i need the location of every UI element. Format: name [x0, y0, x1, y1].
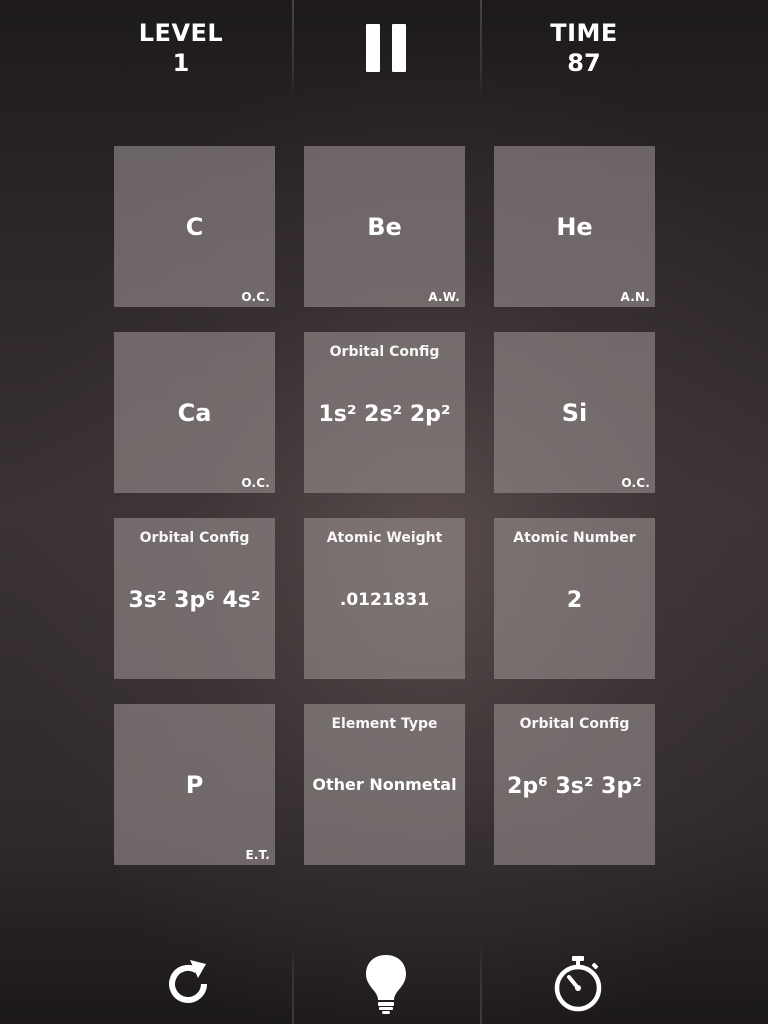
pause-icon-bar [392, 24, 406, 72]
tile-element[interactable]: Ca O.C. [114, 332, 275, 493]
lightbulb-icon [366, 955, 406, 1014]
restart-icon [169, 960, 207, 1003]
pause-button[interactable] [366, 24, 406, 72]
time-value: 87 [567, 49, 601, 77]
bottom-controls [0, 944, 768, 1024]
tile-heading: Atomic Number [513, 530, 636, 546]
tile-tag: E.T. [245, 848, 270, 862]
pause-icon [366, 24, 380, 72]
restart-area [0, 944, 292, 1024]
tile-tag: O.C. [241, 290, 270, 304]
stopwatch-icon [554, 956, 602, 1012]
tile-symbol: He [556, 212, 593, 241]
tile-tag: A.N. [620, 290, 650, 304]
tile-value: 1s² 2s² 2p² [318, 401, 451, 427]
tile-element[interactable]: He A.N. [494, 146, 655, 307]
tile-grid: C O.C. Be A.W. He A.N. Ca O.C. Orbital C… [114, 146, 656, 867]
hint-area [292, 944, 480, 1024]
tile-property[interactable]: Atomic Weight .0121831 [304, 518, 465, 679]
tile-heading: Atomic Weight [326, 530, 443, 546]
tile-value: 3s² 3p⁶ 4s² [128, 587, 261, 613]
tile-heading: Element Type [331, 716, 438, 732]
timer-area [480, 944, 768, 1024]
tile-property[interactable]: Element Type Other Nonmetal [304, 704, 465, 865]
tile-element[interactable]: C O.C. [114, 146, 275, 307]
time-label: TIME [550, 19, 618, 47]
tile-symbol: P [185, 770, 204, 799]
tile-property[interactable]: Orbital Config 2p⁶ 3s² 3p² [494, 704, 655, 865]
tile-heading: Orbital Config [329, 344, 440, 360]
tile-symbol: Ca [177, 398, 212, 427]
tile-symbol: Be [367, 212, 402, 241]
tile-value: Other Nonmetal [312, 774, 457, 794]
tile-value: 2p⁶ 3s² 3p² [507, 773, 642, 799]
tile-symbol: Si [561, 398, 588, 427]
top-hud: LEVEL 1 TIME 87 [0, 0, 768, 96]
game-screen: LEVEL 1 TIME 87 C O.C. Be A.W. He A.N. C… [0, 0, 768, 1024]
tile-value: 2 [566, 587, 583, 613]
tile-property[interactable]: Orbital Config 1s² 2s² 2p² [304, 332, 465, 493]
tile-heading: Orbital Config [139, 530, 250, 546]
tile-element[interactable]: P E.T. [114, 704, 275, 865]
level-display: LEVEL 1 [0, 0, 292, 96]
time-bonus-button[interactable] [552, 954, 604, 1014]
level-label: LEVEL [138, 19, 224, 47]
tile-element[interactable]: Si O.C. [494, 332, 655, 493]
time-display: TIME 87 [480, 0, 768, 96]
tile-tag: O.C. [241, 476, 270, 490]
restart-button[interactable] [160, 956, 216, 1012]
tile-symbol: C [185, 212, 204, 241]
tile-value: .0121831 [339, 590, 430, 610]
tile-heading: Orbital Config [519, 716, 630, 732]
level-value: 1 [172, 49, 190, 77]
pause-area [292, 0, 480, 96]
tile-tag: A.W. [428, 290, 460, 304]
tile-tag: O.C. [621, 476, 650, 490]
tile-element[interactable]: Be A.W. [304, 146, 465, 307]
tile-property[interactable]: Atomic Number 2 [494, 518, 655, 679]
hint-button[interactable] [363, 953, 409, 1015]
tile-property[interactable]: Orbital Config 3s² 3p⁶ 4s² [114, 518, 275, 679]
